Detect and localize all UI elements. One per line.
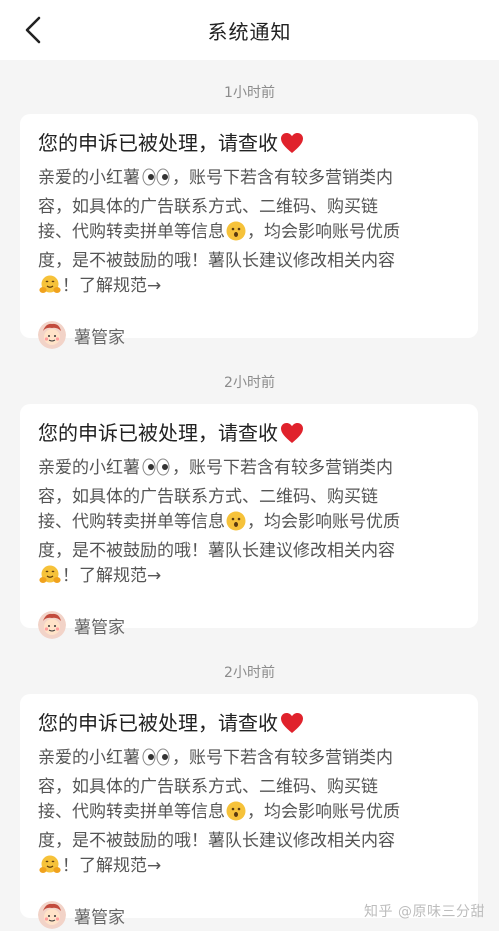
hugging-face-emoji-icon [39, 565, 61, 593]
notification-time: 2小时前 [224, 665, 275, 681]
body-text: 接、代购转卖拼单等信息 [38, 222, 225, 242]
sender-name: 薯管家 [74, 617, 125, 638]
top-nav-bar: 系统通知 [0, 0, 499, 60]
sender-name: 薯管家 [74, 327, 125, 348]
notification-card[interactable]: 您的申诉已被处理，请查收 亲爱的小红薯 ，账号下若含有较多营销类内 容，如具体的广… [20, 114, 478, 349]
learn-rules-link[interactable]: ！了解规范→ [62, 276, 161, 296]
sender-row: 薯管家 [38, 321, 460, 349]
notification-title-row: 您的申诉已被处理，请查收 [38, 708, 460, 738]
hugging-face-emoji-icon [39, 855, 61, 883]
surprised-face-emoji-icon [226, 801, 246, 829]
body-text: 接、代购转卖拼单等信息 [38, 512, 225, 532]
avatar [38, 611, 66, 639]
hugging-face-emoji-icon [39, 275, 61, 303]
avatar [38, 321, 66, 349]
body-text: 亲爱的小红薯 [38, 168, 140, 188]
chevron-left-icon [25, 16, 41, 44]
notification-title: 您的申诉已被处理，请查收 [38, 421, 278, 445]
body-text: ，账号下若含有较多营销类内 [172, 168, 393, 188]
notification-title: 您的申诉已被处理，请查收 [38, 131, 278, 155]
body-text: ，账号下若含有较多营销类内 [172, 748, 393, 768]
page-title: 系统通知 [207, 19, 292, 44]
red-heart-icon [280, 712, 304, 734]
notification-time: 2小时前 [224, 375, 275, 391]
red-heart-icon [280, 422, 304, 444]
body-text: 容，如具体的广告联系方式、二维码、购买链 [38, 197, 378, 217]
body-text: 接、代购转卖拼单等信息 [38, 802, 225, 822]
red-heart-icon [280, 132, 304, 154]
notification-body: 亲爱的小红薯 ，账号下若含有较多营销类内 容，如具体的广告联系方式、二维码、购买链… [38, 746, 468, 883]
body-text: 度，是不被鼓励的哦！薯队长建议修改相关内容 [38, 251, 395, 271]
sender-name: 薯管家 [74, 907, 125, 928]
body-text: ，账号下若含有较多营销类内 [172, 458, 393, 478]
notification-title-row: 您的申诉已被处理，请查收 [38, 418, 460, 448]
notification-body: 亲爱的小红薯 ，账号下若含有较多营销类内 容，如具体的广告联系方式、二维码、购买链… [38, 456, 468, 593]
avatar [38, 901, 66, 929]
body-text: 亲爱的小红薯 [38, 748, 140, 768]
body-text: ，均会影响账号优质 [247, 512, 400, 532]
body-text: ，均会影响账号优质 [247, 222, 400, 242]
body-text: 容，如具体的广告联系方式、二维码、购买链 [38, 487, 378, 507]
back-button[interactable] [18, 15, 48, 45]
sender-row: 薯管家 [38, 611, 460, 639]
watermark: 知乎 @原味三分甜 [364, 904, 485, 920]
notification-title: 您的申诉已被处理，请查收 [38, 711, 278, 735]
notification-title-row: 您的申诉已被处理，请查收 [38, 128, 460, 158]
learn-rules-link[interactable]: ！了解规范→ [62, 566, 161, 586]
learn-rules-link[interactable]: ！了解规范→ [62, 856, 161, 876]
body-text: 亲爱的小红薯 [38, 458, 140, 478]
notification-card[interactable]: 您的申诉已被处理，请查收 亲爱的小红薯 ，账号下若含有较多营销类内 容，如具体的广… [20, 694, 478, 929]
body-text: ，均会影响账号优质 [247, 802, 400, 822]
notification-body: 亲爱的小红薯 ，账号下若含有较多营销类内 容，如具体的广告联系方式、二维码、购买链… [38, 166, 468, 303]
surprised-face-emoji-icon [226, 511, 246, 539]
notification-card[interactable]: 您的申诉已被处理，请查收 亲爱的小红薯 ，账号下若含有较多营销类内 容，如具体的广… [20, 404, 478, 639]
body-text: 度，是不被鼓励的哦！薯队长建议修改相关内容 [38, 541, 395, 561]
notification-time: 1小时前 [224, 85, 275, 101]
body-text: 容，如具体的广告联系方式、二维码、购买链 [38, 777, 378, 797]
eyes-emoji-icon [141, 747, 171, 775]
surprised-face-emoji-icon [226, 221, 246, 249]
body-text: 度，是不被鼓励的哦！薯队长建议修改相关内容 [38, 831, 395, 851]
eyes-emoji-icon [141, 167, 171, 195]
eyes-emoji-icon [141, 457, 171, 485]
